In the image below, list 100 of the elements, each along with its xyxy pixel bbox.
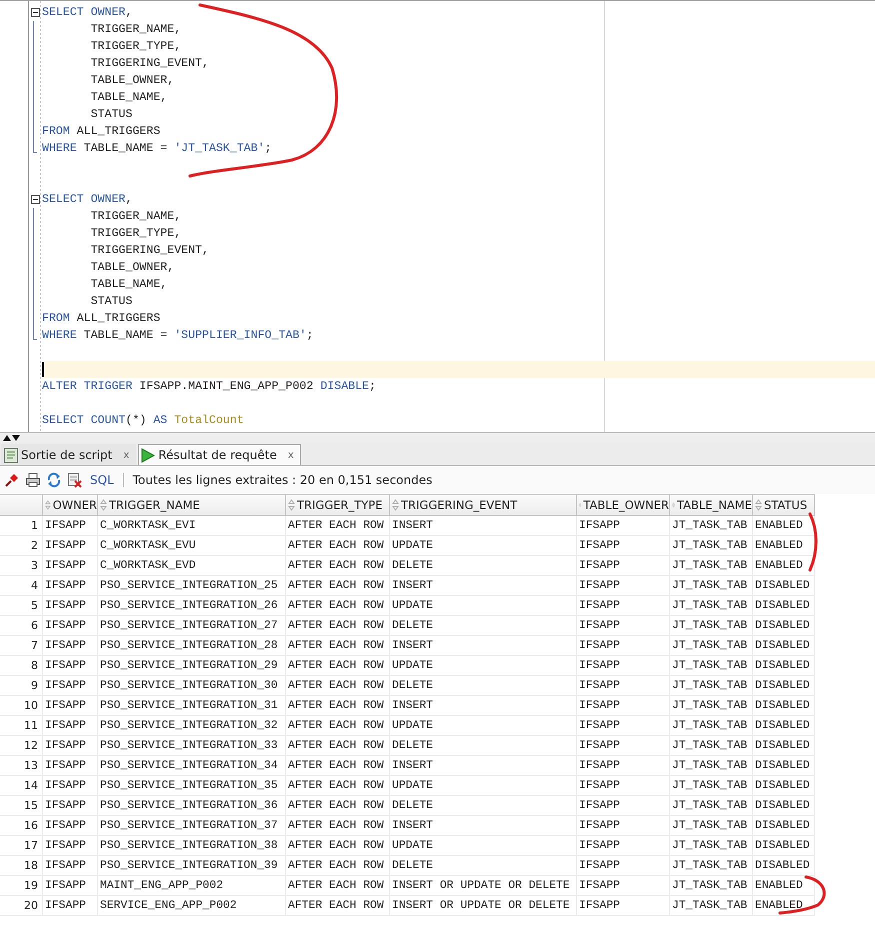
column-header[interactable]: OWNER (43, 495, 98, 516)
table-cell: DISABLED (753, 816, 815, 836)
collapse-icon[interactable] (31, 8, 40, 17)
column-header[interactable]: TABLE_NAME (670, 495, 753, 516)
table-cell: JT_TASK_TAB (670, 596, 753, 616)
table-cell: PSO_SERVICE_INTEGRATION_37 (98, 816, 286, 836)
collapse-icon[interactable] (31, 195, 40, 204)
table-cell: DISABLED (753, 776, 815, 796)
table-cell: IFSAPP (43, 616, 98, 636)
down-triangle-icon[interactable] (12, 434, 20, 440)
table-cell: DISABLED (753, 756, 815, 776)
table-cell: IFSAPP (577, 696, 670, 716)
table-cell: AFTER EACH ROW (286, 776, 390, 796)
table-cell: INSERT (390, 576, 577, 596)
code-line: STATUS (90, 107, 132, 123)
table-cell: IFSAPP (43, 576, 98, 596)
table-cell: AFTER EACH ROW (286, 856, 390, 876)
table-cell: DISABLED (753, 576, 815, 596)
table-cell: IFSAPP (577, 516, 670, 536)
table-cell: AFTER EACH ROW (286, 676, 390, 696)
table-cell: INSERT OR UPDATE OR DELETE (390, 896, 577, 916)
table-cell: DISABLED (753, 856, 815, 876)
code-line: TABLE_OWNER, (90, 73, 174, 89)
sql-link[interactable]: SQL (90, 473, 114, 487)
table-cell: AFTER EACH ROW (286, 556, 390, 576)
table-cell: AFTER EACH ROW (286, 616, 390, 636)
play-icon (141, 448, 156, 462)
code-line: TRIGGERING_EVENT, (90, 243, 209, 259)
row-number: 1 (0, 516, 43, 536)
table-cell: INSERT (390, 756, 577, 776)
table-cell: IFSAPP (43, 696, 98, 716)
table-cell: C_WORKTASK_EVU (98, 536, 286, 556)
table-cell: PSO_SERVICE_INTEGRATION_36 (98, 796, 286, 816)
table-cell: IFSAPP (43, 676, 98, 696)
table-cell: IFSAPP (577, 676, 670, 696)
table-cell: ENABLED (753, 896, 815, 916)
table-cell: PSO_SERVICE_INTEGRATION_29 (98, 656, 286, 676)
row-number: 19 (0, 876, 43, 896)
fetch-status: Toutes les lignes extraites : 20 en 0,151 secondes (132, 473, 432, 487)
table-cell: AFTER EACH ROW (286, 656, 390, 676)
row-number: 14 (0, 776, 43, 796)
column-header[interactable]: TRIGGER_NAME (98, 495, 286, 516)
table-cell: IFSAPP (43, 656, 98, 676)
table-cell: DISABLED (753, 636, 815, 656)
table-cell: IFSAPP (43, 756, 98, 776)
panel-tab[interactable]: Sortie de script x (1, 444, 136, 465)
row-number: 17 (0, 836, 43, 856)
table-cell: JT_TASK_TAB (670, 896, 753, 916)
refresh-icon[interactable] (46, 472, 62, 488)
column-header[interactable]: TRIGGERING_EVENT (390, 495, 577, 516)
pin-icon[interactable] (4, 472, 20, 488)
code-line: TABLE_NAME, (90, 277, 168, 293)
table-cell: IFSAPP (43, 516, 98, 536)
row-number: 13 (0, 756, 43, 776)
table-cell: IFSAPP (43, 876, 98, 896)
table-cell: IFSAPP (43, 636, 98, 656)
table-cell: DELETE (390, 736, 577, 756)
table-cell: IFSAPP (43, 596, 98, 616)
table-cell: DELETE (390, 616, 577, 636)
code-line: TABLE_OWNER, (90, 260, 174, 276)
table-cell: UPDATE (390, 836, 577, 856)
table-cell: JT_TASK_TAB (670, 836, 753, 856)
table-cell: PSO_SERVICE_INTEGRATION_28 (98, 636, 286, 656)
table-cell: DISABLED (753, 656, 815, 676)
code-line: SELECT COUNT(*) AS TotalCount (42, 413, 244, 429)
table-cell: IFSAPP (577, 756, 670, 776)
table-cell: ENABLED (753, 516, 815, 536)
column-header[interactable]: TABLE_OWNER (577, 495, 670, 516)
table-cell: JT_TASK_TAB (670, 536, 753, 556)
table-cell: IFSAPP (43, 796, 98, 816)
column-header[interactable]: TRIGGER_TYPE (286, 495, 390, 516)
row-number: 4 (0, 576, 43, 596)
sort-icon (288, 499, 295, 511)
table-cell: AFTER EACH ROW (286, 796, 390, 816)
table-cell: PSO_SERVICE_INTEGRATION_39 (98, 856, 286, 876)
table-cell: INSERT (390, 516, 577, 536)
column-header[interactable]: STATUS (753, 495, 815, 516)
table-cell: IFSAPP (43, 816, 98, 836)
table-cell: PSO_SERVICE_INTEGRATION_30 (98, 676, 286, 696)
table-cell: DISABLED (753, 796, 815, 816)
table-cell: AFTER EACH ROW (286, 516, 390, 536)
table-cell: DELETE (390, 856, 577, 876)
code-line: TRIGGER_NAME, (90, 22, 182, 38)
table-cell: JT_TASK_TAB (670, 816, 753, 836)
table-cell: INSERT (390, 636, 577, 656)
document-icon (4, 448, 18, 462)
printer-icon[interactable] (25, 472, 41, 488)
row-number: 6 (0, 616, 43, 636)
table-cell: JT_TASK_TAB (670, 716, 753, 736)
table-cell: INSERT OR UPDATE OR DELETE (390, 876, 577, 896)
up-triangle-icon[interactable] (3, 434, 11, 440)
row-number: 2 (0, 536, 43, 556)
delete-icon[interactable] (67, 472, 83, 488)
table-cell: DELETE (390, 676, 577, 696)
table-cell: AFTER EACH ROW (286, 836, 390, 856)
table-cell: AFTER EACH ROW (286, 596, 390, 616)
table-cell: IFSAPP (577, 536, 670, 556)
panel-tab[interactable]: Résultat de requête x (138, 444, 301, 465)
table-cell: AFTER EACH ROW (286, 716, 390, 736)
table-cell: PSO_SERVICE_INTEGRATION_26 (98, 596, 286, 616)
